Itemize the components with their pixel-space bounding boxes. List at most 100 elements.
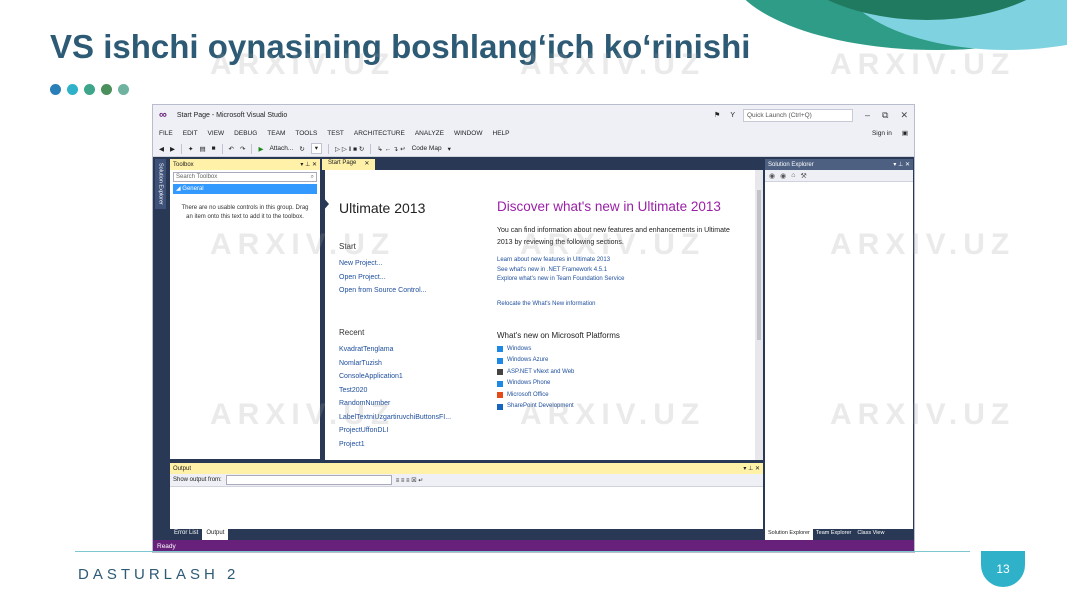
quick-launch-input[interactable]: Quick Launch (Ctrl+Q)	[743, 108, 853, 122]
platform-item[interactable]: Microsoft Office	[497, 390, 747, 402]
learn-link[interactable]: Learn about new features in Ultimate 201…	[497, 256, 747, 266]
pin-icon[interactable]: ▾ ⊥ ✕	[300, 161, 317, 168]
home-icon[interactable]: ⌂	[791, 172, 795, 179]
toolbox-group-general[interactable]: ◢ General	[173, 184, 317, 194]
menu-window[interactable]: WINDOW	[454, 130, 483, 137]
debug-icons[interactable]: ↳ ← ↴ ↵	[377, 145, 405, 153]
recent-item[interactable]: Project1	[339, 438, 451, 452]
recent-item[interactable]: RandomNumber	[339, 397, 451, 411]
platform-item[interactable]: Windows Azure	[497, 355, 747, 367]
tab-start-page[interactable]: Start Page ✕	[322, 159, 376, 170]
recent-item[interactable]: ConsoleApplication1	[339, 370, 451, 384]
recent-item[interactable]: KvadratTenglama	[339, 343, 451, 357]
learn-link[interactable]: See what's new in .NET Framework 4.5.1	[497, 266, 747, 276]
menu-view[interactable]: VIEW	[208, 130, 225, 137]
pin-icon[interactable]: ▾ ⊥ ✕	[743, 465, 760, 472]
config-select[interactable]: ▾	[310, 143, 323, 154]
solution-explorer-panel: Solution Explorer ▾ ⊥ ✕ ◉ ◉ ⌂ ⚒ Solution…	[765, 159, 913, 540]
save-icon[interactable]: ■	[212, 145, 216, 152]
back-icon[interactable]: ◀	[159, 145, 164, 153]
sign-in-link[interactable]: Sign in	[872, 130, 892, 137]
refresh-icon[interactable]: ↻	[299, 145, 304, 153]
dot	[84, 84, 95, 95]
restore-icon[interactable]: ⧉	[882, 110, 888, 121]
pin-icon[interactable]: ▾ ⊥ ✕	[893, 161, 910, 168]
whats-new-section: Discover what's new in Ultimate 2013 You…	[497, 198, 747, 413]
start-page-scrollbar[interactable]	[755, 170, 763, 460]
product-name: Ultimate 2013	[339, 200, 426, 216]
start-icon[interactable]: ▶	[258, 145, 263, 153]
menu-debug[interactable]: DEBUG	[234, 130, 257, 137]
toolbox-empty-message: There are no usable controls in this gro…	[181, 205, 309, 220]
close-tab-icon[interactable]: ✕	[364, 160, 369, 169]
notification-icon[interactable]: ⚑	[714, 111, 720, 119]
recent-heading: Recent	[339, 328, 365, 337]
menu-team[interactable]: TEAM	[267, 130, 285, 137]
undo-icon[interactable]: ↶	[229, 145, 234, 153]
arrow-icon	[322, 196, 329, 212]
forward-icon[interactable]: ▶	[170, 145, 175, 153]
vs-window-title: Start Page - Microsoft Visual Studio	[176, 111, 288, 119]
recent-item[interactable]: NomlarTuzish	[339, 357, 451, 371]
output-toolbar: Show output from: ≡ ≡ ≡ ☒ ↵	[170, 474, 763, 487]
menu-architecture[interactable]: ARCHITECTURE	[354, 130, 405, 137]
forward-icon[interactable]: ◉	[780, 172, 786, 180]
tab-class-view[interactable]: Class View	[854, 529, 887, 540]
windows-icon	[497, 346, 503, 353]
relocate-link[interactable]: Relocate the What's New information	[497, 301, 747, 307]
vs-toolbar: ◀ ▶ ✦ ▤ ■ ↶ ↷ ▶ Attach... ↻ ▾ ▷ ▷ ‖ ■ ↻ …	[153, 141, 914, 157]
learn-link[interactable]: Explore what's new in Team Foundation Se…	[497, 275, 747, 285]
open-source-control-link[interactable]: Open from Source Control...	[339, 284, 427, 298]
tab-output[interactable]: Output	[202, 529, 229, 540]
platform-item[interactable]: SharePoint Development	[497, 401, 747, 413]
windows-phone-icon	[497, 380, 503, 387]
visual-studio-window: ∞ Start Page - Microsoft Visual Studio ⚑…	[152, 104, 915, 553]
web-icon	[497, 369, 503, 376]
recent-item[interactable]: LabelTextniUzgartiruvchiButtonsFI...	[339, 411, 451, 425]
menu-help[interactable]: HELP	[493, 130, 510, 137]
recent-item[interactable]: Test2020	[339, 384, 451, 398]
output-title: Output	[173, 465, 192, 472]
minimize-icon[interactable]: –	[865, 110, 870, 121]
side-tab-solution-explorer[interactable]: Solution Explorer	[155, 159, 166, 209]
show-output-label: Show output from:	[173, 477, 222, 483]
footer-text: DASTURLASH 2	[78, 566, 240, 583]
menu-tools[interactable]: TOOLS	[295, 130, 317, 137]
menu-test[interactable]: TEST	[327, 130, 344, 137]
tab-solution-explorer[interactable]: Solution Explorer	[765, 529, 813, 540]
new-project-icon[interactable]: ✦	[188, 145, 193, 153]
open-icon[interactable]: ▤	[199, 145, 205, 153]
toolbar-overflow-icon[interactable]: ▾	[448, 145, 451, 153]
menu-file[interactable]: FILE	[159, 130, 173, 137]
account-icon[interactable]: ▣	[902, 129, 908, 137]
azure-icon	[497, 357, 503, 364]
code-map-button[interactable]: Code Map	[412, 145, 442, 152]
office-icon	[497, 392, 503, 399]
platform-item[interactable]: Windows Phone	[497, 378, 747, 390]
open-project-link[interactable]: Open Project...	[339, 271, 427, 285]
toolbox-panel: Toolbox ▾ ⊥ ✕ Search Toolbox ⌕ ◢ General…	[170, 159, 320, 459]
solution-explorer-header: Solution Explorer ▾ ⊥ ✕	[765, 159, 913, 170]
redo-icon[interactable]: ↷	[240, 145, 245, 153]
recent-item[interactable]: ProjectUffonDLI	[339, 424, 451, 438]
tab-error-list[interactable]: Error List	[170, 529, 202, 540]
menu-analyze[interactable]: ANALYZE	[415, 130, 444, 137]
footer-divider	[75, 551, 970, 552]
output-tool-icons[interactable]: ≡ ≡ ≡ ☒ ↵	[396, 477, 424, 484]
back-icon[interactable]: ◉	[769, 172, 775, 180]
close-icon[interactable]: ✕	[900, 110, 908, 121]
output-source-select[interactable]	[225, 475, 392, 485]
toolbox-search-placeholder: Search Toolbox	[176, 174, 218, 180]
tab-team-explorer[interactable]: Team Explorer	[813, 529, 854, 540]
tab-start-page-label: Start Page	[328, 160, 357, 166]
menu-edit[interactable]: EDIT	[183, 130, 198, 137]
attach-button[interactable]: Attach...	[269, 145, 293, 152]
toolbox-search-input[interactable]: Search Toolbox ⌕	[173, 172, 317, 182]
platform-item[interactable]: Windows	[497, 344, 747, 356]
properties-icon[interactable]: ⚒	[800, 172, 806, 180]
platform-item[interactable]: ASP.NET vNext and Web	[497, 367, 747, 379]
discover-title: Discover what's new in Ultimate 2013	[497, 199, 721, 214]
step-icons[interactable]: ▷ ▷ ‖ ■ ↻	[335, 145, 364, 153]
feedback-icon[interactable]: Y	[730, 112, 735, 119]
new-project-link[interactable]: New Project...	[339, 257, 427, 271]
